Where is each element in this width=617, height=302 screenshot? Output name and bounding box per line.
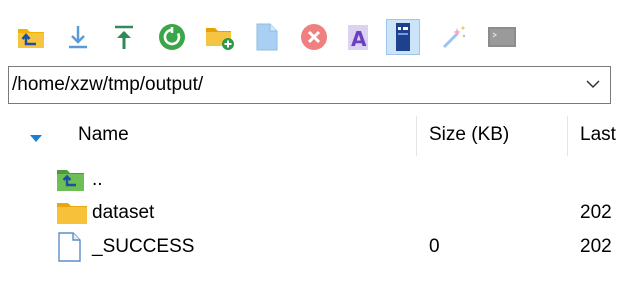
column-divider[interactable] (567, 116, 568, 156)
terminal-button[interactable] (485, 19, 519, 55)
delete-button[interactable] (297, 19, 331, 55)
new-file-button[interactable] (250, 19, 284, 55)
parent-directory-button[interactable] (14, 19, 48, 55)
upload-button[interactable] (107, 19, 141, 55)
refresh-icon (158, 23, 186, 51)
file-list-header: Name Size (KB) Last (0, 112, 617, 158)
delete-icon (300, 23, 328, 51)
properties-icon (395, 22, 411, 52)
file-size: 0 (429, 236, 440, 257)
chevron-down-icon (586, 76, 600, 94)
parent-directory-icon (17, 25, 45, 49)
download-icon (66, 24, 90, 50)
new-folder-button[interactable] (203, 19, 237, 55)
upload-icon (112, 24, 136, 50)
file-date: 202 (580, 202, 612, 223)
magic-wand-button[interactable] (437, 19, 471, 55)
terminal-icon (487, 25, 517, 49)
column-header-size[interactable]: Size (KB) (429, 112, 509, 158)
new-folder-icon (205, 24, 235, 50)
svg-text:A: A (351, 27, 367, 51)
path-dropdown-button[interactable] (582, 67, 604, 103)
list-item-dataset[interactable]: dataset 202 (0, 196, 617, 229)
path-input[interactable] (12, 67, 572, 103)
refresh-button[interactable] (155, 19, 189, 55)
download-button[interactable] (61, 19, 95, 55)
properties-button[interactable] (386, 19, 420, 55)
file-name: .. (92, 169, 103, 190)
file-icon (56, 230, 90, 263)
new-file-icon (256, 23, 278, 51)
file-date: 202 (580, 236, 612, 257)
column-header-last-modified[interactable]: Last (580, 112, 616, 158)
rename-button[interactable]: A (343, 19, 377, 55)
folder-icon (56, 196, 90, 229)
column-divider[interactable] (416, 116, 417, 156)
rename-icon: A (347, 23, 373, 51)
toolbar: A (0, 0, 617, 60)
list-item-success[interactable]: _SUCCESS 0 202 (0, 230, 617, 263)
column-header-name[interactable]: Name (78, 112, 129, 158)
path-bar[interactable] (8, 66, 611, 104)
list-item-parent[interactable]: .. (0, 163, 617, 196)
file-name: _SUCCESS (92, 236, 195, 257)
magic-wand-icon (441, 24, 467, 50)
sort-ascending-icon[interactable] (30, 130, 42, 148)
parent-folder-icon (56, 163, 90, 196)
file-name: dataset (92, 202, 155, 223)
